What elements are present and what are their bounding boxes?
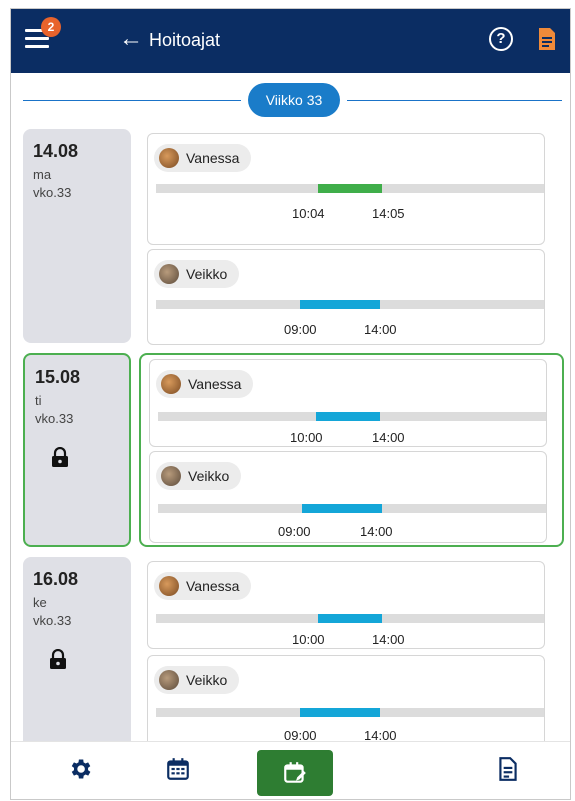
bottom-navigation (11, 741, 570, 799)
start-time: 10:00 (292, 632, 325, 647)
day-date: 15.08 (35, 367, 81, 387)
end-time: 14:00 (364, 322, 397, 337)
week-divider-line-left (23, 100, 241, 101)
start-time: 09:00 (278, 524, 311, 539)
shift-group: Vanessa 10:04 14:05 Veikko 09:00 14:00 (139, 129, 564, 345)
week-divider: Viikko 33 (11, 81, 570, 121)
person-name: Veikko (186, 672, 228, 688)
time-bar (318, 614, 382, 623)
person-chip: Vanessa (154, 572, 252, 600)
time-bar (318, 184, 382, 193)
day-date: 16.08 (33, 569, 79, 589)
back-arrow-icon[interactable]: ← (119, 25, 143, 53)
day-card-selected[interactable]: 15.08 ti vko.33 (23, 353, 131, 547)
page-title: Hoitoajat (149, 30, 221, 50)
lock-icon (52, 447, 68, 467)
day-weekday: ke (33, 595, 47, 610)
shift-card[interactable]: Veikko 09:00 14:00 (147, 249, 545, 345)
calendar-grid-icon[interactable] (165, 756, 191, 782)
time-track (156, 184, 544, 193)
time-track (156, 300, 544, 309)
report-icon[interactable] (537, 27, 557, 51)
day-card[interactable]: 16.08 ke vko.33 (23, 557, 131, 757)
end-time: 14:00 (360, 524, 393, 539)
end-time: 14:05 (372, 206, 405, 221)
time-bar (302, 504, 382, 513)
person-name: Veikko (186, 266, 228, 282)
person-chip: Vanessa (156, 370, 254, 398)
time-track (158, 412, 546, 421)
person-name: Vanessa (188, 376, 242, 392)
time-track (158, 504, 546, 513)
shift-group: Vanessa 10:00 14:00 Veikko 09:00 14:00 (139, 557, 564, 757)
lock-icon (50, 649, 66, 669)
day-week: vko.33 (35, 411, 74, 426)
day-week: vko.33 (33, 613, 72, 628)
end-time: 14:00 (372, 632, 405, 647)
day-card[interactable]: 14.08 ma vko.33 (23, 129, 131, 343)
person-name: Vanessa (186, 150, 240, 166)
notification-badge: 2 (41, 17, 61, 37)
avatar (159, 670, 179, 690)
avatar (161, 466, 181, 486)
person-chip: Vanessa (154, 144, 252, 172)
document-icon[interactable] (495, 756, 521, 782)
end-time: 14:00 (372, 430, 405, 445)
shift-card[interactable]: Vanessa 10:04 14:05 (147, 133, 545, 245)
start-time: 10:00 (290, 430, 323, 445)
calendar-edit-icon (284, 762, 306, 783)
week-selector[interactable]: Viikko 33 (248, 83, 340, 117)
avatar (159, 576, 179, 596)
week-divider-line-right (347, 100, 562, 101)
person-chip: Veikko (154, 260, 240, 288)
person-chip: Veikko (156, 462, 242, 490)
shift-card[interactable]: Veikko 09:00 14:00 (147, 655, 545, 755)
start-time: 10:04 (292, 206, 325, 221)
day-date: 14.08 (33, 141, 79, 161)
app-header: 2 ← Hoitoajat ? (11, 9, 570, 73)
person-name: Vanessa (186, 578, 240, 594)
app-frame: 2 ← Hoitoajat ? Viikko 33 14.08 ma vko.3… (10, 8, 571, 800)
time-bar (316, 412, 380, 421)
person-chip: Veikko (154, 666, 240, 694)
shift-card[interactable]: Veikko 09:00 14:00 (149, 451, 547, 543)
time-track (156, 708, 544, 717)
avatar (161, 374, 181, 394)
avatar (159, 148, 179, 168)
avatar (159, 264, 179, 284)
day-week: vko.33 (33, 185, 72, 200)
shift-group-selected: Vanessa 10:00 14:00 Veikko 09:00 14:00 (139, 353, 564, 547)
day-weekday: ma (33, 167, 52, 182)
day-weekday: ti (35, 393, 42, 408)
time-bar (300, 708, 380, 717)
person-name: Veikko (188, 468, 230, 484)
gear-icon[interactable] (67, 756, 93, 782)
help-icon[interactable]: ? (489, 27, 513, 51)
nav-calendar-edit-active[interactable] (257, 750, 333, 796)
start-time: 09:00 (284, 322, 317, 337)
time-track (156, 614, 544, 623)
time-bar (300, 300, 380, 309)
shift-card[interactable]: Vanessa 10:00 14:00 (147, 561, 545, 649)
shift-card[interactable]: Vanessa 10:00 14:00 (149, 359, 547, 447)
